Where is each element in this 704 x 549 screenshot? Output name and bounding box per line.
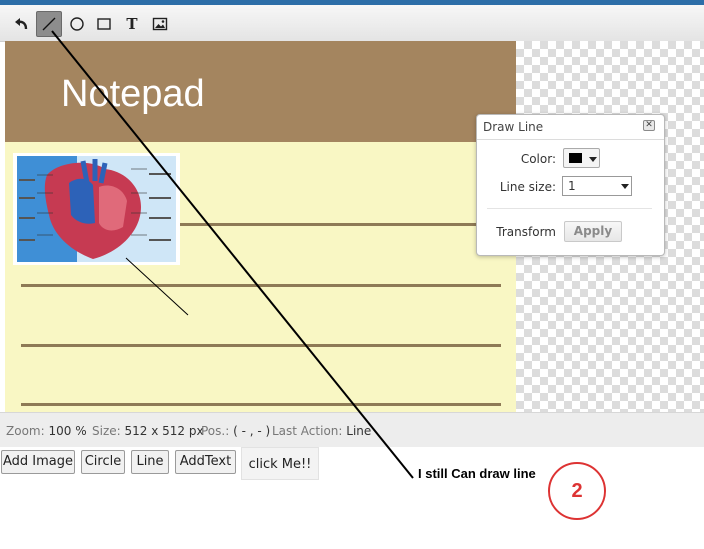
dialog-divider xyxy=(477,139,664,140)
last-action-status: Last Action: Line xyxy=(272,424,371,438)
chevron-down-icon xyxy=(621,184,629,189)
position-status: Pos.: ( - , - ) xyxy=(201,424,270,438)
text-tool-icon: T xyxy=(126,15,138,33)
transform-label: Transform xyxy=(496,225,556,239)
text-tool-button[interactable]: T xyxy=(119,11,145,37)
position-label: Pos.: xyxy=(201,424,230,438)
line-tool-icon xyxy=(42,17,56,31)
last-action-label: Last Action: xyxy=(272,424,343,438)
annotation-number-badge: 2 xyxy=(548,462,606,520)
annotation-note: I still Can draw line xyxy=(418,466,536,481)
dialog-title: Draw Line xyxy=(483,120,544,134)
draw-line-dialog: Draw Line ✕ Color: Line size: 1 Transfor… xyxy=(476,114,665,256)
color-swatch xyxy=(569,153,582,163)
drawing-toolbar: T xyxy=(0,5,704,42)
zoom-label: Zoom: xyxy=(6,424,45,438)
zoom-status: Zoom: 100 % xyxy=(6,424,87,438)
size-label: Size: xyxy=(92,424,121,438)
image-tool-icon xyxy=(152,17,168,31)
line-button[interactable]: Line xyxy=(131,450,169,474)
undo-icon xyxy=(15,18,28,30)
add-image-button[interactable]: Add Image xyxy=(1,450,75,474)
dialog-close-button[interactable]: ✕ xyxy=(643,120,655,131)
dialog-divider xyxy=(487,208,652,209)
circle-button[interactable]: Circle xyxy=(81,450,125,474)
status-bar: Zoom: 100 % Size: 512 x 512 px Pos.: ( -… xyxy=(0,412,704,448)
zoom-value: 100 % xyxy=(48,424,87,438)
circle-tool-icon xyxy=(70,17,84,31)
rectangle-tool-button[interactable] xyxy=(91,11,117,37)
line-size-value: 1 xyxy=(568,179,576,193)
line-size-select[interactable]: 1 xyxy=(562,176,632,196)
close-icon: ✕ xyxy=(645,120,653,130)
circle-tool-button[interactable] xyxy=(64,11,90,37)
click-me-button[interactable]: click Me!! xyxy=(241,447,319,480)
chevron-down-icon xyxy=(589,157,597,162)
drawn-shapes-layer xyxy=(125,257,189,316)
color-label: Color: xyxy=(520,152,556,166)
size-status: Size: 512 x 512 px xyxy=(92,424,204,438)
size-value: 512 x 512 px xyxy=(124,424,204,438)
position-value: ( - , - ) xyxy=(233,424,271,438)
notepad-background: Notepad xyxy=(5,41,516,412)
apply-button[interactable]: Apply xyxy=(564,221,622,242)
undo-button[interactable] xyxy=(8,11,34,37)
last-action-value: Line xyxy=(346,424,372,438)
image-tool-button[interactable] xyxy=(147,11,173,37)
add-text-button[interactable]: AddText xyxy=(175,450,236,474)
line-tool-button[interactable] xyxy=(36,11,62,37)
rectangle-tool-icon xyxy=(97,18,111,30)
drawn-line xyxy=(125,257,189,316)
color-picker-button[interactable] xyxy=(563,148,600,168)
line-size-label: Line size: xyxy=(499,180,556,194)
